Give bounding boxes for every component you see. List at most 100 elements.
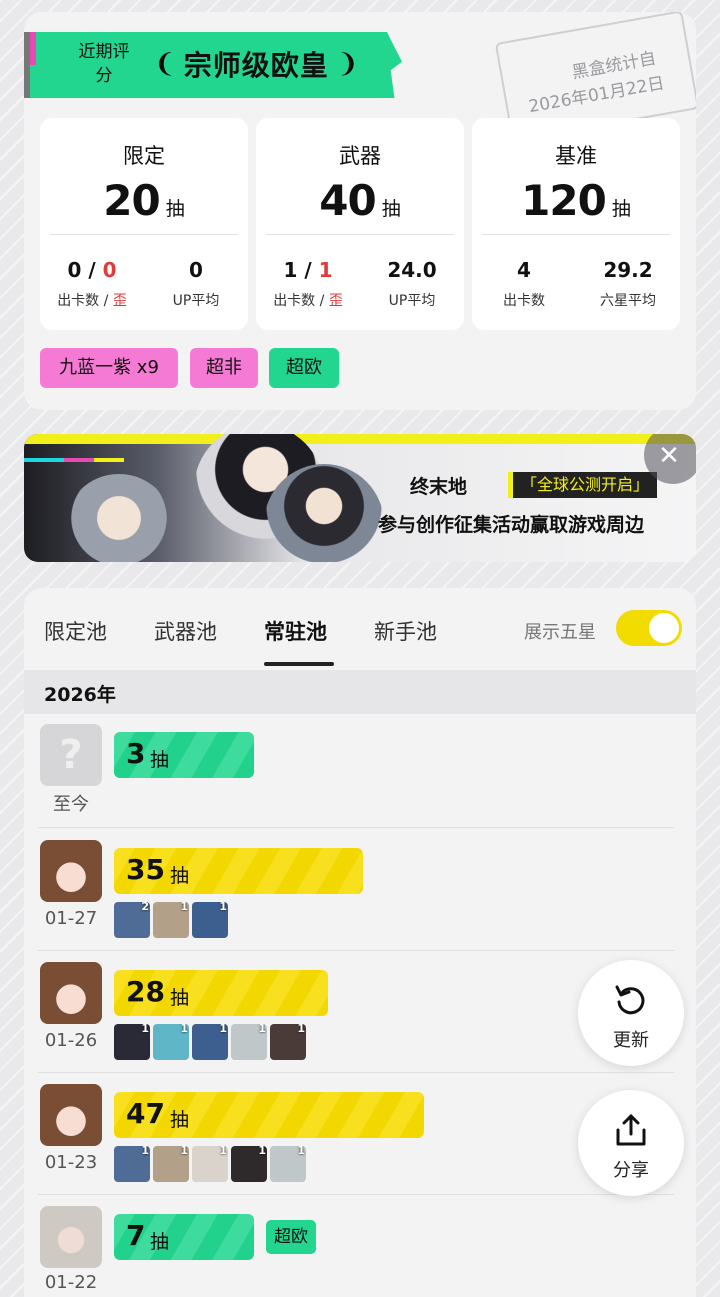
stat-cards-off: 0 / 0 出卡数 / 歪 [40,258,144,310]
laurel-right-icon: ❩ [336,49,359,79]
ad-headline: 参与创作征集活动赢取游戏周边 [378,514,645,536]
pull-count-bar: 7 抽 [114,1214,254,1260]
stat-off-value: 0 [102,258,117,282]
refresh-button[interactable]: 更新 [578,960,684,1066]
year-label: 2026年 [44,684,116,706]
ad-character-art [64,474,174,562]
gacha-summary-card: 近期评分 ❨ 宗师级欧皇 ❩ 黑盒统计自 2026年01月22日 限定 20 抽 … [24,12,696,410]
share-button[interactable]: 分享 [578,1090,684,1196]
show-five-star-label: 展示五星 [524,622,596,643]
character-thumb: 1 [270,1024,306,1060]
stat-box-weapon[interactable]: 武器 40 抽 1 / 1 出卡数 / 歪 24.0 UP平均 [256,118,464,330]
stat-off-label: 歪 [112,293,127,309]
stat-up-label: UP平均 [388,293,436,309]
tag-nine-blue[interactable]: 九蓝一紫 x9 [40,348,178,388]
tab-limited-pool[interactable]: 限定池 [44,616,107,646]
stat-pulls: 40 抽 [256,176,464,225]
stat-cards-value: 4 [517,258,531,282]
stat-pulls-number: 120 [521,176,607,225]
character-thumb: 1 [231,1146,267,1182]
stat-cards-value: 0 [67,258,82,282]
pull-count: 28 [126,975,165,1008]
rating-label: 近期评分 [78,42,130,86]
five-star-list: 1 1 1 1 1 [114,1146,306,1182]
divider [482,234,670,235]
divider [38,1072,674,1073]
show-five-star-toggle[interactable] [616,610,682,646]
pull-unit: 抽 [170,865,190,887]
character-thumb: 1 [153,902,189,938]
stat-cards-label: 出卡数 / [273,293,329,309]
stat-up-value: 0 [189,258,203,282]
pull-count-bar: 35 抽 [114,848,363,894]
stat-box-limited[interactable]: 限定 20 抽 0 / 0 出卡数 / 歪 0 UP平均 [40,118,248,330]
stat-sep-text: / [297,258,319,282]
list-item[interactable]: 01-22 7 抽 超欧 [24,1206,696,1297]
pull-count-bar: 3 抽 [114,732,254,778]
divider [38,1194,674,1195]
pull-count: 7 [126,1219,146,1252]
stat-pulls-number: 40 [319,176,376,225]
character-thumb: 1 [192,1146,228,1182]
stat-pulls: 120 抽 [472,176,680,225]
character-thumb: 1 [270,1146,306,1182]
record-date: 至今 [53,794,89,815]
character-thumb: 2 [114,902,150,938]
five-star-list: 1 1 1 1 1 [114,1024,306,1060]
character-avatar [40,1084,102,1146]
stat-cards: 4 出卡数 [472,258,576,310]
pull-unit: 抽 [170,987,190,1009]
tag-super-unlucky[interactable]: 超非 [190,348,258,388]
character-avatar [40,1206,102,1268]
pool-record-card: 限定池 武器池 常驻池 新手池 展示五星 2026年 ? 至今 3 抽 01-2… [24,588,696,1297]
tab-beginner-pool[interactable]: 新手池 [374,616,437,646]
share-label: 分享 [613,1160,649,1181]
refresh-label: 更新 [613,1030,649,1051]
stat-off-label: 歪 [328,293,343,309]
unknown-avatar-icon: ? [40,724,102,786]
ad-badge: 「全球公测开启」 [508,472,658,498]
character-thumb: 1 [114,1024,150,1060]
record-date: 01-22 [44,1272,98,1293]
pull-unit: 抽 [150,749,170,771]
ad-color-stripe [24,458,124,462]
divider [38,827,674,828]
stat-title: 限定 [123,144,165,168]
stat-up-value: 24.0 [387,258,437,282]
ad-game-logo: 终末地 [410,476,468,498]
stat-cards-off: 1 / 1 出卡数 / 歪 [256,258,360,310]
rating-title-group: ❨ 宗师级欧皇 ❩ [154,42,359,86]
list-item[interactable]: ? 至今 3 抽 [24,724,696,828]
stat-six-star-label: 六星平均 [600,293,656,309]
pull-count: 3 [126,737,146,770]
stat-off-value: 1 [318,258,333,282]
stat-six-star-value: 29.2 [603,258,653,282]
stat-pulls-unit: 抽 [611,198,631,220]
refresh-icon [615,985,645,1015]
stat-box-standard[interactable]: 基准 120 抽 4 出卡数 29.2 六星平均 [472,118,680,330]
pull-count-bar: 28 抽 [114,970,328,1016]
character-thumb: 1 [192,902,228,938]
stat-title: 武器 [339,144,381,168]
character-thumb: 1 [231,1024,267,1060]
luck-tag: 超欧 [266,1220,316,1254]
list-item[interactable]: 01-27 35 抽 2 1 1 [24,840,696,951]
character-thumb: 1 [192,1024,228,1060]
tag-super-lucky[interactable]: 超欧 [269,348,339,388]
stat-up-label: UP平均 [172,293,220,309]
stat-pulls-number: 20 [103,176,160,225]
stat-six-star-average: 29.2 六星平均 [576,258,680,310]
tab-standard-pool[interactable]: 常驻池 [264,616,327,646]
character-avatar [40,840,102,902]
tab-weapon-pool[interactable]: 武器池 [154,616,217,646]
ad-banner[interactable]: 终末地 「全球公测开启」 参与创作征集活动赢取游戏周边 ✕ [24,434,696,562]
stat-sep-text: / [81,258,103,282]
stat-up-average: 0 UP平均 [144,258,248,310]
laurel-left-icon: ❨ [154,49,176,79]
pull-unit: 抽 [150,1231,170,1253]
pull-count-bar: 47 抽 [114,1092,424,1138]
pull-unit: 抽 [170,1109,190,1131]
stat-up-average: 24.0 UP平均 [360,258,464,310]
five-star-list: 2 1 1 [114,902,228,938]
pull-count: 35 [126,853,165,886]
